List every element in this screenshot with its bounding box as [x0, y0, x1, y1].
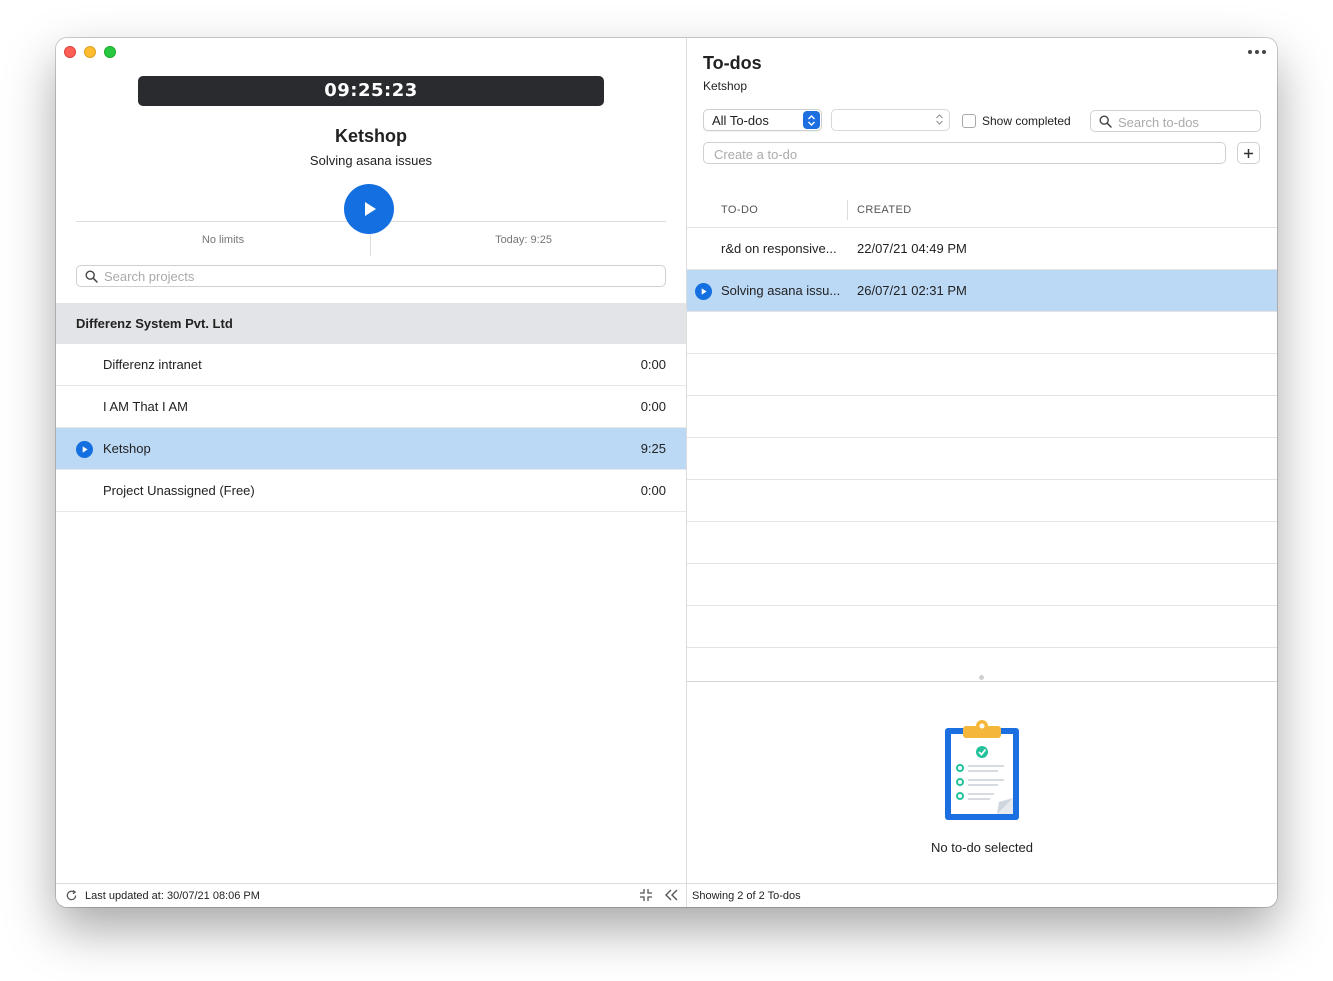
plus-icon — [1244, 148, 1253, 158]
empty-row — [687, 354, 1277, 396]
todo-name: r&d on responsive... — [721, 241, 837, 256]
show-completed-label[interactable]: Show completed — [982, 114, 1071, 128]
project-time: 0:00 — [640, 483, 666, 498]
empty-row — [687, 438, 1277, 480]
search-icon — [85, 270, 98, 283]
project-name: Ketshop — [103, 441, 151, 456]
showing-count-text: Showing 2 of 2 To-dos — [692, 890, 801, 902]
project-time: 0:00 — [640, 357, 666, 372]
empty-row — [687, 312, 1277, 354]
projects-footer: Last updated at: 30/07/21 08:06 PM — [56, 883, 686, 907]
last-updated-text: Last updated at: 30/07/21 08:06 PM — [85, 890, 260, 902]
project-play-button[interactable] — [76, 441, 93, 458]
todos-project-subtitle: Ketshop — [703, 79, 748, 93]
column-header-todo[interactable]: TO-DO — [721, 204, 758, 216]
play-icon — [365, 202, 376, 216]
more-options-icon[interactable] — [1248, 47, 1266, 57]
todos-title: To-dos — [703, 53, 762, 73]
show-completed-checkbox[interactable] — [962, 114, 976, 128]
search-icon — [1099, 115, 1112, 128]
project-group-header[interactable]: Differenz System Pvt. Ltd — [56, 303, 686, 344]
todos-pane: To-dos Ketshop All To-dos Show completed… — [687, 38, 1277, 907]
create-todo-field[interactable] — [703, 142, 1226, 164]
project-row[interactable]: I AM That I AM 0:00 — [56, 386, 686, 428]
todo-created: 26/07/21 02:31 PM — [857, 283, 967, 298]
no-todo-selected-text: No to-do selected — [931, 840, 1033, 855]
project-name: Differenz intranet — [103, 357, 202, 372]
play-timer-button[interactable] — [344, 184, 394, 234]
empty-row — [687, 522, 1277, 564]
clipboard-icon — [945, 720, 1019, 820]
empty-row — [687, 564, 1277, 606]
project-time: 0:00 — [640, 399, 666, 414]
todo-search-field[interactable] — [1090, 110, 1261, 132]
chevron-updown-icon — [803, 111, 820, 129]
column-header-created[interactable]: CREATED — [857, 204, 912, 216]
project-row[interactable]: Differenz intranet 0:00 — [56, 344, 686, 386]
chevron-updown-icon — [936, 114, 943, 125]
split-handle[interactable] — [979, 675, 984, 680]
project-time: 9:25 — [640, 441, 666, 456]
todo-filter-select[interactable]: All To-dos — [703, 109, 822, 131]
todo-created: 22/07/21 04:49 PM — [857, 241, 967, 256]
compress-icon[interactable] — [639, 888, 653, 902]
project-row-selected[interactable]: Ketshop 9:25 — [56, 428, 686, 470]
play-icon — [82, 446, 88, 453]
create-todo-input[interactable] — [714, 146, 1214, 162]
todo-row[interactable]: r&d on responsive... 22/07/21 04:49 PM — [687, 228, 1277, 270]
search-projects-input[interactable] — [104, 268, 654, 284]
minimize-window-button[interactable] — [84, 46, 96, 58]
search-todos-input[interactable] — [1118, 114, 1258, 130]
today-total-text: Today: 9:25 — [495, 234, 552, 246]
projects-pane: 09:25:23 Ketshop Solving asana issues No… — [56, 38, 686, 907]
project-name: Project Unassigned (Free) — [103, 483, 255, 498]
todo-name: Solving asana issu... — [721, 283, 841, 298]
empty-row — [687, 396, 1277, 438]
limit-text: No limits — [201, 234, 245, 246]
current-task-subtitle: Solving asana issues — [309, 153, 433, 168]
add-todo-button[interactable] — [1237, 142, 1260, 164]
play-icon — [701, 288, 707, 295]
project-search-field[interactable] — [76, 265, 666, 287]
column-separator — [847, 200, 848, 220]
empty-row — [687, 606, 1277, 648]
current-project-title: Ketshop — [335, 126, 407, 146]
refresh-icon[interactable] — [65, 889, 78, 902]
project-name: I AM That I AM — [103, 399, 189, 414]
app-window: 09:25:23 Ketshop Solving asana issues No… — [56, 38, 1277, 907]
todos-footer: Showing 2 of 2 To-dos — [687, 883, 1277, 907]
detail-split-divider[interactable] — [687, 681, 1277, 682]
timer-display: 09:25:23 — [138, 76, 604, 106]
todo-row-selected[interactable]: Solving asana issu... 26/07/21 02:31 PM — [687, 270, 1277, 312]
project-row[interactable]: Project Unassigned (Free) 0:00 — [56, 470, 686, 512]
close-window-button[interactable] — [64, 46, 76, 58]
zoom-window-button[interactable] — [104, 46, 116, 58]
empty-row — [687, 480, 1277, 522]
secondary-filter-select[interactable] — [831, 109, 950, 131]
todo-play-button[interactable] — [695, 283, 712, 300]
todo-filter-value: All To-dos — [712, 113, 769, 128]
collapse-panel-icon[interactable] — [663, 887, 679, 903]
